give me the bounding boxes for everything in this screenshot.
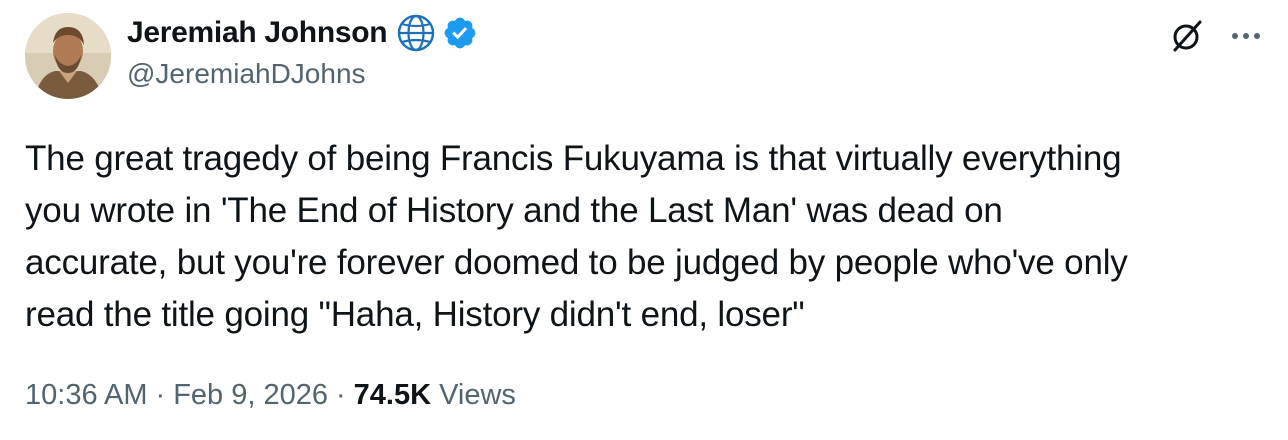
tweet-time[interactable]: 10:36 AM	[25, 379, 148, 412]
meta-separator: ·	[336, 379, 346, 411]
views-label[interactable]: Views	[439, 379, 516, 412]
grok-icon	[1173, 20, 1202, 52]
avatar[interactable]	[25, 13, 111, 99]
views-count[interactable]: 74.5K	[354, 379, 431, 412]
avatar-image	[25, 13, 111, 99]
tweet-meta: 10:36 AM · Feb 9, 2026 · 74.5K Views	[25, 379, 516, 412]
tweet-date[interactable]: Feb 9, 2026	[173, 379, 328, 412]
globe-icon[interactable]	[396, 13, 436, 53]
author-display-name[interactable]: Jeremiah Johnson	[127, 16, 388, 50]
verified-badge-icon[interactable]	[442, 15, 478, 51]
meta-separator: ·	[155, 379, 166, 411]
author-handle[interactable]: @JeremiahDJohns	[127, 58, 366, 90]
author-name-row: Jeremiah Johnson	[127, 13, 478, 53]
tweet-text: The great tragedy of being Francis Fukuy…	[25, 139, 1128, 334]
grok-button[interactable]	[1168, 17, 1206, 55]
more-dots-icon	[1232, 33, 1260, 39]
more-button[interactable]	[1226, 17, 1266, 55]
